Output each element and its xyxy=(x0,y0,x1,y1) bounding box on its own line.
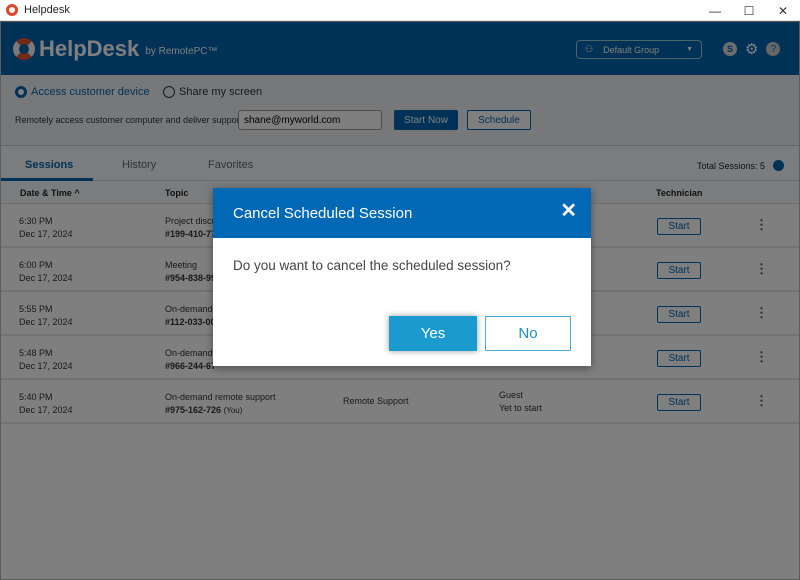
maximize-button[interactable]: ☐ xyxy=(732,0,766,21)
dialog-message: Do you want to cancel the scheduled sess… xyxy=(233,258,511,273)
close-icon[interactable]: ✕ xyxy=(560,201,577,221)
app-logo-icon xyxy=(6,4,18,16)
no-button[interactable]: No xyxy=(485,316,571,351)
close-window-button[interactable]: ✕ xyxy=(766,0,800,21)
window-title: Helpdesk xyxy=(24,4,70,16)
dialog-title: Cancel Scheduled Session xyxy=(233,204,413,222)
minimize-button[interactable]: — xyxy=(698,0,732,21)
cancel-session-dialog: Cancel Scheduled Session ✕ Do you want t… xyxy=(213,188,591,366)
title-bar: Helpdesk — ☐ ✕ xyxy=(0,0,800,21)
yes-button[interactable]: Yes xyxy=(389,316,477,351)
